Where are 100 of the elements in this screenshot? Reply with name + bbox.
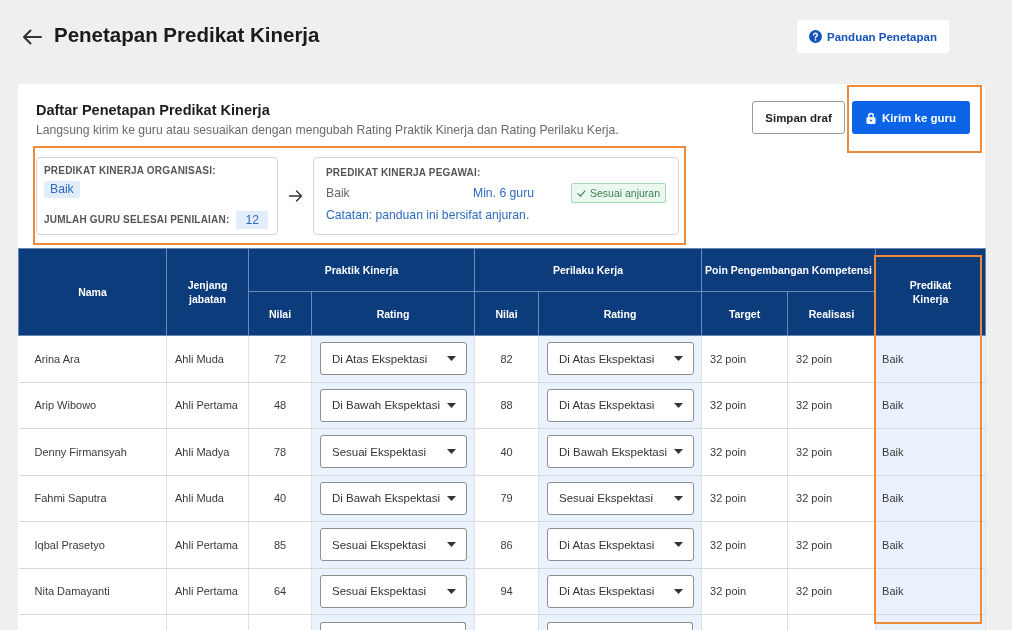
column-header: Praktik Kinerja — [248, 248, 475, 292]
draft-button[interactable]: Simpan draf — [752, 101, 845, 134]
table-cell: 40 — [474, 428, 539, 475]
column-header: Perilaku Kerja — [474, 248, 702, 292]
table-cell: 32 poin — [787, 568, 876, 615]
table-cell: 72 — [248, 335, 312, 382]
column-header: Nilai — [474, 291, 539, 336]
back-arrow-icon[interactable] — [22, 28, 42, 45]
caret-icon — [447, 495, 456, 501]
table-cell: 32 poin — [701, 335, 788, 382]
arrow-right-icon — [288, 190, 303, 202]
status-label: Sesuai anjuran — [590, 187, 661, 199]
table-cell: 32 poin — [701, 475, 788, 522]
caret-icon — [674, 356, 683, 362]
table-cell: 32 poin — [701, 428, 788, 475]
table-cell: Ahli Pertama — [166, 521, 249, 568]
summary-label: PREDIKAT KINERJA PEGAWAI: — [326, 166, 482, 180]
table-cell: 64 — [248, 568, 312, 615]
table-cell: Baik — [875, 568, 986, 615]
caret-icon — [674, 402, 683, 408]
table-cell: Fahmi Saputra — [18, 475, 167, 522]
table-cell: Ahli Muda — [166, 335, 249, 382]
rating-dropdown[interactable]: Sesuai Ekspektasi — [320, 574, 467, 608]
table-cell: 86 — [474, 521, 539, 568]
rating-dropdown[interactable]: Sesuai Ekspektasi — [320, 528, 467, 562]
caret-icon — [447, 588, 456, 594]
lock-icon — [865, 111, 876, 124]
table-cell: 85 — [248, 521, 312, 568]
caret-icon — [674, 542, 683, 548]
column-header: Nilai — [248, 291, 312, 336]
caret-icon — [447, 356, 456, 362]
caret-icon — [447, 542, 456, 548]
rating-dropdown[interactable]: Di Atas Ekspektasi — [547, 528, 694, 562]
caret-icon — [674, 495, 683, 501]
rating-dropdown[interactable]: Di Bawah Ekspektasi — [547, 435, 694, 469]
card-subtitle: Langsung kirim ke guru atau sesuaikan dengan mengubah Rating Praktik Kinerja dan Rating Perilaku Kerja. — [36, 122, 619, 138]
check-icon — [577, 189, 586, 197]
caret-icon — [447, 402, 456, 408]
summary-label: PREDIKAT KINERJA ORGANISASI: — [44, 164, 216, 178]
rating-dropdown[interactable]: Sesuai Ekspektasi — [547, 481, 694, 515]
caret-icon — [447, 449, 456, 455]
table-cell: Nita Damayanti — [18, 568, 167, 615]
table-cell: Baik — [875, 382, 986, 429]
summary-label: JUMLAH GURU SELESAI PENILAIAN: — [44, 213, 230, 227]
table-cell: 32 poin — [701, 382, 788, 429]
table-cell: Baik — [875, 428, 986, 475]
table-cell: 88 — [474, 382, 539, 429]
rating-dropdown[interactable]: Sesuai Ekspektasi — [320, 435, 467, 469]
table-cell: 32 poin — [787, 335, 876, 382]
rating-dropdown[interactable]: Di Atas Ekspektasi — [547, 388, 694, 422]
help-icon — [809, 30, 823, 43]
table-cell: 48 — [248, 382, 312, 429]
column-header: Target — [701, 291, 788, 336]
table-cell: 32 poin — [787, 382, 876, 429]
rating-dropdown[interactable] — [547, 622, 694, 630]
column-header: Rating — [538, 291, 702, 336]
table-cell: Baik — [875, 335, 986, 382]
table-cell: Arip Wibowo — [18, 382, 167, 429]
predicate-text: Baik — [326, 186, 351, 200]
help-button[interactable]: Panduan Penetapan — [797, 20, 949, 53]
rating-dropdown[interactable] — [320, 622, 466, 630]
note-text: Catatan: panduan ini bersifat anjuran. — [326, 208, 531, 223]
column-header: Predikat Kinerja — [875, 248, 986, 336]
table-cell: 40 — [248, 475, 312, 522]
caret-icon — [674, 449, 683, 455]
table-cell: Baik — [875, 521, 986, 568]
table-cell: 82 — [474, 335, 539, 382]
send-button[interactable]: Kirim ke guru — [852, 101, 970, 134]
table-cell: 79 — [474, 475, 539, 522]
rating-dropdown[interactable]: Di Atas Ekspektasi — [547, 342, 694, 376]
count-badge: 12 — [236, 211, 268, 229]
table-cell: 78 — [248, 428, 312, 475]
column-header: Nama — [18, 248, 167, 336]
table-cell: Ahli Pertama — [166, 382, 249, 429]
quota-text: Min. 6 guru — [473, 186, 535, 200]
table-cell: Ahli Madya — [166, 428, 249, 475]
table-cell: Iqbal Prasetyo — [18, 521, 167, 568]
table-cell: 32 poin — [787, 475, 876, 522]
column-header: Realisasi — [787, 291, 876, 336]
predicate-badge: Baik — [44, 181, 80, 198]
column-header: Rating — [311, 291, 475, 336]
table-cell: 32 poin — [701, 568, 788, 615]
table-cell: Ahli Muda — [166, 475, 249, 522]
column-header: Jenjang jabatan — [166, 248, 249, 336]
rating-dropdown[interactable]: Di Atas Ekspektasi — [547, 574, 694, 608]
rating-dropdown[interactable]: Di Bawah Ekspektasi — [320, 388, 467, 422]
rating-dropdown[interactable]: Di Bawah Ekspektasi — [320, 481, 467, 515]
table-cell: 94 — [474, 568, 539, 615]
card-title: Daftar Penetapan Predikat Kinerja — [36, 101, 271, 119]
rating-dropdown[interactable]: Di Atas Ekspektasi — [320, 342, 467, 376]
table-cell: 32 poin — [701, 521, 788, 568]
caret-icon — [674, 588, 683, 594]
table-cell: Ahli Pertama — [166, 568, 249, 615]
page-title: Penetapan Predikat Kinerja — [54, 22, 321, 48]
table-cell: Denny Firmansyah — [18, 428, 167, 475]
table-cell: 32 poin — [787, 428, 876, 475]
table-cell: Baik — [875, 475, 986, 522]
column-header: Poin Pengembangan Kompetensi — [701, 248, 876, 292]
table-cell: 32 poin — [787, 521, 876, 568]
table-cell: Arina Ara — [18, 335, 167, 382]
